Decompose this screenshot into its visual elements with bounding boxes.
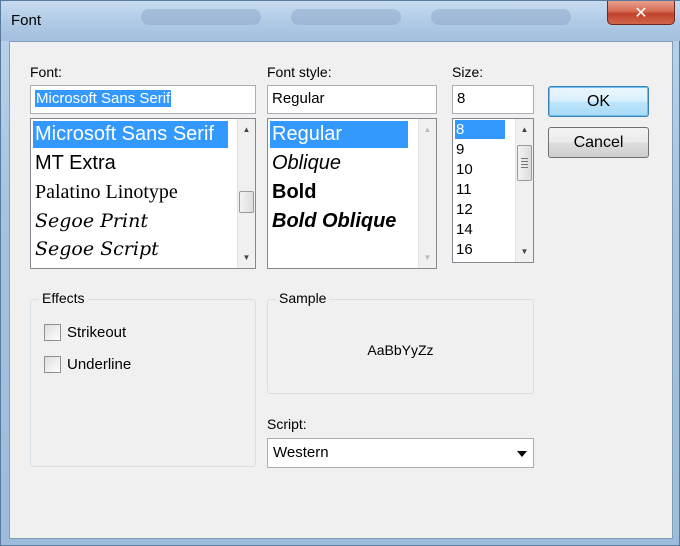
underline-label: Underline bbox=[67, 356, 132, 373]
size-list-item[interactable]: 12 bbox=[455, 200, 473, 219]
scroll-thumb[interactable] bbox=[517, 145, 532, 181]
size-list-item[interactable]: 9 bbox=[455, 140, 464, 159]
font-style-item[interactable]: Bold bbox=[270, 179, 316, 206]
font-name-value: Microsoft Sans Serif bbox=[35, 90, 172, 107]
size-list-item[interactable]: 10 bbox=[455, 160, 473, 179]
cancel-button[interactable]: Cancel bbox=[548, 127, 649, 158]
title-bar[interactable]: Font ✕ bbox=[1, 1, 680, 41]
script-dropdown[interactable]: Western bbox=[267, 438, 534, 468]
scroll-thumb[interactable] bbox=[239, 191, 254, 213]
chevron-down-icon[interactable] bbox=[517, 451, 527, 457]
scroll-up-icon[interactable]: ▲ bbox=[419, 121, 436, 138]
thumb-grip bbox=[521, 158, 528, 159]
font-label: Font: bbox=[30, 64, 62, 80]
sample-preview-text: AaBbYyZz bbox=[367, 342, 434, 358]
font-list-item[interactable]: Palatino Linotype bbox=[33, 179, 178, 206]
scroll-up-icon[interactable]: ▲ bbox=[238, 121, 255, 138]
size-list-scrollbar[interactable]: ▲ ▼ bbox=[515, 119, 533, 262]
size-label: Size: bbox=[452, 64, 484, 80]
size-value: 8 bbox=[457, 90, 466, 107]
script-value: Western bbox=[273, 444, 329, 461]
script-label: Script: bbox=[267, 416, 307, 432]
size-list-item[interactable]: 16 bbox=[455, 240, 473, 259]
font-style-item[interactable]: Oblique bbox=[270, 150, 341, 177]
font-style-value: Regular bbox=[272, 90, 325, 107]
window-title: Font bbox=[11, 12, 42, 29]
font-style-scrollbar[interactable]: ▲ ▼ bbox=[418, 119, 436, 268]
size-input[interactable]: 8 bbox=[452, 85, 534, 114]
font-style-item[interactable]: Regular bbox=[270, 121, 408, 148]
title-bar-blur bbox=[141, 9, 261, 25]
font-style-input[interactable]: Regular bbox=[267, 85, 437, 114]
font-name-input[interactable]: Microsoft Sans Serif bbox=[30, 85, 256, 114]
strikeout-checkbox[interactable]: Strikeout bbox=[44, 324, 126, 341]
thumb-grip bbox=[521, 167, 528, 168]
underline-checkbox-box[interactable] bbox=[44, 356, 61, 373]
font-list-scrollbar[interactable]: ▲ ▼ bbox=[237, 119, 255, 268]
strikeout-checkbox-box[interactable] bbox=[44, 324, 61, 341]
effects-group: Effects Strikeout Underline bbox=[30, 290, 256, 467]
close-icon: ✕ bbox=[634, 3, 648, 22]
font-list-item[interactable]: Segoe Print bbox=[33, 208, 148, 235]
dialog-window: Font ✕ Font: Microsoft Sans Serif Micros… bbox=[0, 0, 680, 546]
scroll-down-icon[interactable]: ▼ bbox=[516, 243, 533, 260]
sample-group: Sample AaBbYyZz bbox=[267, 290, 534, 394]
size-list[interactable]: 8 9 10 11 12 14 16 ▲ ▼ bbox=[452, 118, 534, 263]
close-button[interactable]: ✕ bbox=[607, 1, 675, 25]
font-style-item[interactable]: Bold Oblique bbox=[270, 208, 396, 235]
strikeout-label: Strikeout bbox=[67, 324, 127, 341]
scroll-down-icon[interactable]: ▼ bbox=[419, 249, 436, 266]
effects-title: Effects bbox=[39, 290, 88, 306]
scroll-up-icon[interactable]: ▲ bbox=[516, 121, 533, 138]
size-list-item[interactable]: 11 bbox=[455, 180, 472, 199]
scroll-down-icon[interactable]: ▼ bbox=[238, 249, 255, 266]
font-list-item[interactable]: MT Extra bbox=[33, 150, 116, 176]
thumb-grip bbox=[521, 164, 528, 165]
dialog-client-area: Font: Microsoft Sans Serif Microsoft San… bbox=[9, 41, 673, 539]
font-style-label: Font style: bbox=[267, 64, 332, 80]
size-list-item[interactable]: 8 bbox=[455, 120, 505, 139]
font-list-item[interactable]: Segoe Script bbox=[33, 236, 159, 263]
title-bar-blur bbox=[291, 9, 401, 25]
font-list[interactable]: Microsoft Sans Serif MT Extra Palatino L… bbox=[30, 118, 256, 269]
title-bar-blur bbox=[431, 9, 571, 25]
size-list-item[interactable]: 14 bbox=[455, 220, 473, 239]
thumb-grip bbox=[521, 161, 528, 162]
font-list-item[interactable]: Microsoft Sans Serif bbox=[33, 121, 228, 148]
ok-button[interactable]: OK bbox=[548, 86, 649, 117]
font-style-list[interactable]: Regular Oblique Bold Bold Oblique ▲ ▼ bbox=[267, 118, 437, 269]
underline-checkbox[interactable]: Underline bbox=[44, 356, 131, 373]
sample-title: Sample bbox=[276, 290, 330, 306]
